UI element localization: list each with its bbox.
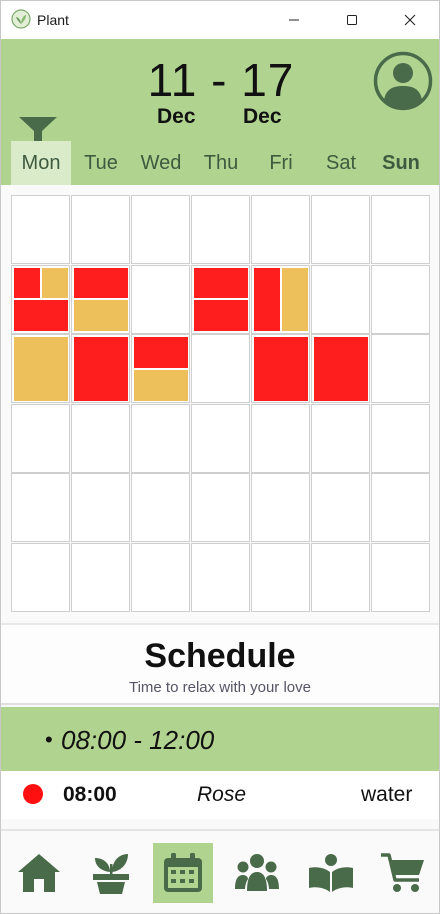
tab-sun[interactable]: Sun [371, 141, 431, 185]
user-avatar-icon [373, 51, 433, 111]
date-range: 11 - 17 Dec Dec [141, 54, 301, 128]
month-end: Dec [243, 105, 282, 128]
schedule-subtitle: Time to relax with your love [128, 679, 311, 696]
calendar-cell-thu-4[interactable] [191, 403, 250, 473]
maximize-button[interactable] [323, 1, 381, 39]
plant-icon [93, 854, 129, 894]
app-window: Plant 11 - 17 Dec Dec Mon Tue Wed Thu Fr… [0, 0, 440, 914]
close-icon [404, 14, 416, 26]
week-header: 11 - 17 Dec Dec Mon Tue Wed Thu Fri Sat … [1, 39, 439, 185]
calendar-cell-fri-1[interactable] [251, 195, 310, 264]
task-block-amber[interactable] [13, 336, 69, 402]
tab-thu[interactable]: Thu [191, 141, 251, 185]
month-start: Dec [157, 105, 196, 128]
calendar-cell-sun-2[interactable] [371, 264, 430, 334]
nav-home[interactable] [9, 843, 69, 903]
task-block-red[interactable] [313, 336, 369, 402]
window-title: Plant [37, 12, 69, 28]
calendar-cell-wed-2[interactable] [131, 264, 190, 334]
title-bar: Plant [1, 1, 439, 39]
calendar-cell-tue-6[interactable] [71, 543, 130, 612]
minimize-button[interactable] [265, 1, 323, 39]
calendar-cell-fri-4[interactable] [251, 403, 310, 473]
profile-button[interactable] [373, 51, 433, 111]
calendar-grid [11, 195, 431, 613]
task-block-amber[interactable] [281, 266, 309, 333]
calendar-cell-sun-3[interactable] [371, 334, 430, 404]
task-block-amber[interactable] [41, 266, 69, 300]
tab-sat[interactable]: Sat [311, 141, 371, 185]
calendar-cell-wed-4[interactable] [131, 403, 190, 473]
calendar-cell-mon-6[interactable] [11, 543, 70, 612]
tab-mon[interactable]: Mon [11, 141, 71, 185]
bottom-nav [1, 829, 439, 913]
calendar-cell-sun-6[interactable] [371, 543, 430, 612]
task-block-red[interactable] [253, 336, 309, 402]
tab-fri[interactable]: Fri [251, 141, 311, 185]
nav-calendar[interactable] [153, 843, 213, 903]
calendar-cell-mon-5[interactable] [11, 473, 70, 543]
schedule-header: Schedule Time to relax with your love [1, 623, 439, 705]
calendar-cell-fri-6[interactable] [251, 543, 310, 612]
time-slot-bullet: • [45, 727, 53, 752]
event-action: water [361, 783, 413, 806]
event-time: 08:00 [63, 783, 117, 806]
task-block-red[interactable] [73, 336, 129, 402]
community-icon [235, 854, 279, 891]
time-slot-label: 08:00 - 12:00 [61, 725, 215, 755]
date-range-days: 11 - 17 [147, 54, 295, 106]
guide-book-icon [309, 854, 353, 892]
calendar-cell-wed-6[interactable] [131, 543, 190, 612]
task-block-red[interactable] [73, 266, 129, 300]
task-block-red[interactable] [253, 266, 281, 333]
time-slot-bar[interactable]: • 08:00 - 12:00 [1, 707, 439, 771]
calendar-cell-mon-1[interactable] [11, 195, 70, 264]
task-block-amber[interactable] [73, 299, 129, 333]
calendar-cell-sat-1[interactable] [311, 195, 370, 264]
nav-plants[interactable] [81, 843, 141, 903]
calendar-cell-sat-2[interactable] [311, 264, 370, 334]
day-tabs: Mon Tue Wed Thu Fri Sat Sun [11, 141, 431, 185]
schedule-title: Schedule [144, 637, 296, 675]
calendar-cell-fri-5[interactable] [251, 473, 310, 543]
close-button[interactable] [381, 1, 439, 39]
calendar-cell-tue-4[interactable] [71, 403, 130, 473]
calendar-cell-wed-5[interactable] [131, 473, 190, 543]
event-plant: Rose [197, 783, 247, 806]
calendar-grid-area [1, 185, 439, 621]
calendar-cell-sun-4[interactable] [371, 403, 430, 473]
cart-icon [381, 853, 424, 892]
home-icon [18, 854, 60, 892]
calendar-cell-sat-5[interactable] [311, 473, 370, 543]
task-block-red[interactable] [13, 299, 69, 333]
calendar-cell-thu-1[interactable] [191, 195, 250, 264]
calendar-cell-thu-6[interactable] [191, 543, 250, 612]
calendar-cell-sun-5[interactable] [371, 473, 430, 543]
calendar-cell-tue-5[interactable] [71, 473, 130, 543]
calendar-icon [164, 853, 202, 892]
maximize-icon [347, 15, 357, 25]
calendar-cell-sun-1[interactable] [371, 195, 430, 264]
task-block-red[interactable] [193, 299, 249, 333]
event-status-dot [23, 784, 43, 804]
task-block-red[interactable] [133, 336, 189, 369]
plant-logo-icon [11, 9, 31, 29]
minimize-icon [289, 19, 299, 21]
calendar-cell-thu-5[interactable] [191, 473, 250, 543]
tab-wed[interactable]: Wed [131, 141, 191, 185]
calendar-cell-tue-1[interactable] [71, 195, 130, 264]
event-row[interactable]: 08:00 Rose water [1, 771, 439, 819]
calendar-cell-wed-1[interactable] [131, 195, 190, 264]
calendar-cell-mon-4[interactable] [11, 403, 70, 473]
task-block-amber[interactable] [133, 369, 189, 402]
task-block-red[interactable] [13, 266, 41, 300]
tab-tue[interactable]: Tue [71, 141, 131, 185]
task-block-red[interactable] [193, 266, 249, 300]
nav-guide[interactable] [301, 843, 361, 903]
calendar-cell-thu-3[interactable] [191, 334, 250, 404]
calendar-cell-sat-4[interactable] [311, 403, 370, 473]
calendar-cell-sat-6[interactable] [311, 543, 370, 612]
nav-community[interactable] [227, 843, 287, 903]
nav-shop[interactable] [373, 843, 433, 903]
